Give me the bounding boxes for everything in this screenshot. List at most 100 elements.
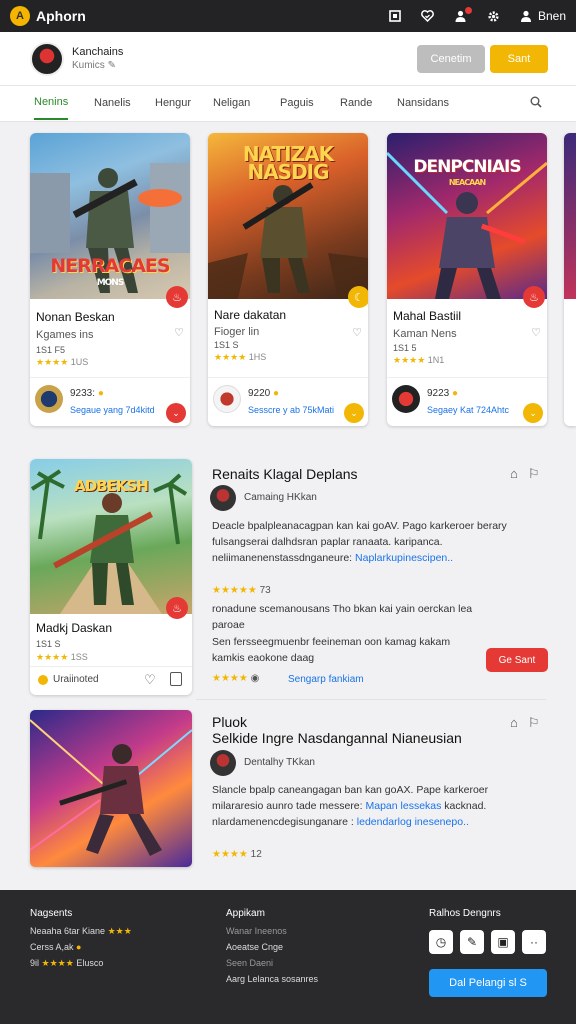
footer-rating: ★★★★ ◉ (212, 673, 260, 684)
featured-game-card[interactable]: ADBEKSH ♨ Madkj Daskan 1S1 S ★★★★ 1SS Ur… (30, 459, 192, 695)
featured-rating: ★★★★ 1SS (36, 652, 88, 662)
footer-item[interactable]: Cerss A,ak ● (30, 942, 81, 952)
share-icon[interactable]: ⌂ (510, 466, 518, 482)
footer-col-title: Appikam (226, 908, 265, 919)
author-avatar[interactable] (210, 750, 236, 776)
game-card[interactable]: NATIZAK NASDIG ☾ Nare dakatan Fioger lin… (208, 133, 368, 426)
section-title[interactable]: Pluok (212, 714, 247, 730)
tab-hengur[interactable]: Hengur (155, 86, 191, 120)
card-meta: 1S1 S (214, 340, 239, 350)
description-link[interactable]: Mapan lessekas (366, 800, 442, 812)
description-link-2[interactable]: ledendarlog inesenepo.. (357, 816, 469, 828)
app-logo-icon[interactable]: A (10, 6, 30, 26)
heart-check-icon[interactable] (421, 10, 434, 22)
tab-paguis[interactable]: Paguis (280, 86, 314, 120)
footer-link[interactable]: Wanar Ineenos (226, 926, 287, 936)
card-title[interactable]: Nare dakatan (214, 308, 286, 322)
author-name[interactable]: Dentalhy TKkan (244, 757, 315, 768)
info-icon: ◉ (250, 673, 260, 684)
moon-icon[interactable]: ☾ (348, 286, 368, 308)
game-card[interactable]: NERRACAES MONS ♨ Nonan Beskan Kgames ins… (30, 133, 190, 426)
card-subtitle: Kgames ins (36, 329, 94, 341)
featured-game-name[interactable]: Madkj Daskan (36, 621, 112, 635)
game-card-partial[interactable] (564, 133, 576, 426)
featured-cover-image[interactable]: ADBEKSH ♨ (30, 459, 192, 619)
gear-icon[interactable] (487, 10, 500, 23)
cover-subtitle-text: MONS (96, 278, 125, 288)
secondary-button[interactable]: Cenetim (417, 45, 485, 73)
featured-game-meta: 1S1 S (36, 639, 61, 649)
author-name[interactable]: Camaing HKkan (244, 492, 317, 503)
chevron-down-icon[interactable]: ⌄ (344, 403, 364, 423)
chevron-down-icon[interactable]: ⌄ (523, 403, 543, 423)
rating-row: ★★★★★ 73 (212, 585, 271, 596)
signin-button[interactable]: Bnen (520, 9, 566, 23)
primary-button[interactable]: Sant (490, 45, 548, 73)
cover-title-text: ADBEKSH (74, 477, 149, 495)
card-rating: ★★★★ 1US (36, 357, 89, 367)
divider (30, 377, 190, 378)
footer-link[interactable]: Aarg Lelanca sosanres (226, 974, 318, 984)
card-link[interactable]: Segaue yang 7d4kitd (70, 405, 155, 415)
developer-avatar[interactable] (35, 385, 63, 413)
section-subtitle[interactable]: Selkide Ingre Nasdangannal Nianeusian (212, 730, 462, 746)
bookmark-icon[interactable]: ⚐ (528, 715, 540, 731)
heart-icon[interactable]: ♡ (352, 326, 362, 339)
tab-rande[interactable]: Rande (340, 86, 372, 120)
card-title[interactable]: Nonan Beskan (36, 310, 115, 324)
description-link[interactable]: Naplarkupinescipen.. (355, 552, 453, 564)
description-text-3: Sen fersseegmuenbr feeineman oon kamag k… (212, 636, 451, 664)
divider (208, 377, 368, 378)
card-title[interactable]: Mahal Bastiil (393, 309, 461, 323)
footer-item[interactable]: Neaaha 6tar Kiane ★★★ (30, 926, 132, 937)
category-tabs: Nenins Nanelis Hengur Neligan Paguis Ran… (0, 86, 576, 122)
game-cover-image[interactable]: DENPCNIAIS NEACAAN ♨ (387, 133, 547, 308)
avatar[interactable] (30, 41, 64, 76)
card-price: 9223 ● (427, 388, 459, 399)
developer-avatar[interactable] (213, 385, 241, 413)
notifications-icon[interactable] (454, 7, 472, 22)
share-icon[interactable]: ⌂ (510, 715, 518, 731)
more-icon[interactable]: ·· (522, 930, 546, 954)
game-cover-image[interactable]: NATIZAK NASDIG ☾ (208, 133, 368, 308)
flame-icon[interactable]: ♨ (166, 286, 188, 308)
footer-link[interactable]: Aoeatse Cnge (226, 942, 283, 952)
card-link[interactable]: Segaey Kat 724Ahtc (427, 405, 509, 415)
edit-icon[interactable]: ✎ (108, 60, 116, 71)
heart-icon[interactable]: ♡ (174, 326, 184, 339)
bookmark-icon[interactable] (170, 672, 182, 686)
developer-avatar[interactable] (392, 385, 420, 413)
game-card[interactable]: DENPCNIAIS NEACAAN ♨ Mahal Bastiil Kaman… (387, 133, 547, 426)
section-title[interactable]: Renaits Klagal Deplans (212, 466, 358, 482)
tab-nansidans[interactable]: Nansidans (397, 86, 449, 120)
user-icon (520, 10, 531, 22)
author-avatar[interactable] (210, 485, 236, 511)
pencil-icon[interactable]: ✎ (460, 930, 484, 954)
featured-cover-image[interactable] (30, 710, 192, 867)
rating-row: ★★★★ 12 (212, 849, 262, 860)
tab-nanelis[interactable]: Nanelis (94, 86, 131, 120)
heart-icon[interactable]: ♡ (144, 672, 156, 688)
footer-link[interactable]: Seen Daeni (226, 958, 273, 968)
get-button[interactable]: Ge Sant (486, 648, 548, 672)
footer-cta-button[interactable]: Dal Pelangi sl S (429, 969, 547, 997)
game-cover-image[interactable] (564, 133, 576, 299)
square-icon[interactable] (389, 10, 401, 22)
search-icon[interactable] (530, 95, 542, 111)
card-link[interactable]: Sesscre y ab 75kMati (248, 405, 334, 415)
cover-title-text: DENPCNIAIS (413, 157, 521, 177)
flame-icon[interactable]: ♨ (166, 597, 188, 619)
tab-nenins[interactable]: Nenins (34, 86, 69, 120)
chevron-down-icon[interactable]: ⌄ (166, 403, 186, 423)
card-meta: 1S1 F5 (36, 345, 66, 355)
heart-icon[interactable]: ♡ (531, 326, 541, 339)
footer-item[interactable]: 9il ★★★★ Elusco (30, 958, 103, 969)
clock-icon[interactable]: ◷ (429, 930, 453, 954)
flame-icon[interactable]: ♨ (523, 286, 545, 308)
tab-neligan[interactable]: Neligan (213, 86, 250, 120)
featured-link[interactable]: Sengarp fankiam (288, 674, 364, 685)
game-cover-image[interactable]: NERRACAES MONS ♨ (30, 133, 190, 308)
briefcase-icon[interactable]: ▣ (491, 930, 515, 954)
bookmark-icon[interactable]: ⚐ (528, 466, 540, 482)
app-title[interactable]: Aphorn (36, 8, 86, 24)
